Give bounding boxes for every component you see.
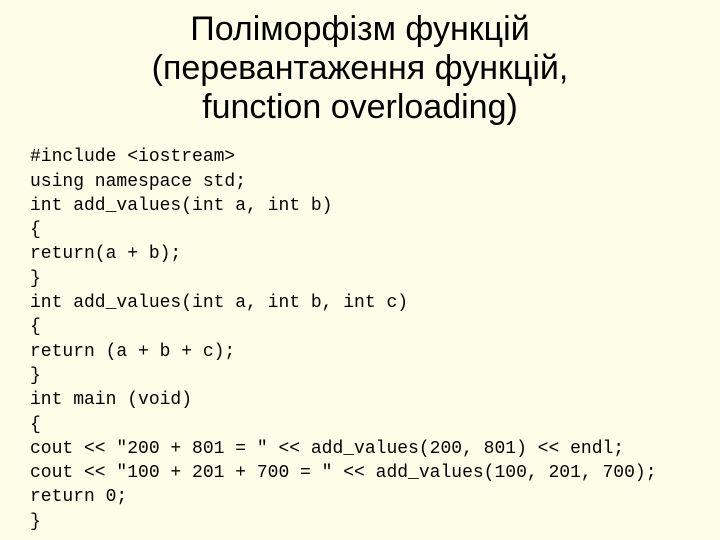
code-line: } bbox=[30, 366, 41, 386]
code-line: int add_values(int a, int b) bbox=[30, 196, 332, 216]
code-line: int main (void) bbox=[30, 390, 192, 410]
code-line: return(a + b); bbox=[30, 244, 181, 264]
code-line: #include <iostream> bbox=[30, 147, 235, 167]
title-line-2: (перевантаження функцій, bbox=[152, 49, 569, 87]
code-line: { bbox=[30, 415, 41, 435]
code-line: return (a + b + с); bbox=[30, 342, 235, 362]
code-line: cout << "100 + 201 + 700 = " << add_valu… bbox=[30, 463, 657, 483]
code-line: { bbox=[30, 220, 41, 240]
code-line: return 0; bbox=[30, 487, 127, 507]
code-line: { bbox=[30, 317, 41, 337]
code-block: #include <iostream> using namespace std;… bbox=[20, 145, 700, 534]
code-line: } bbox=[30, 512, 41, 532]
code-line: int add_values(int a, int b, int с) bbox=[30, 293, 408, 313]
title-line-1: Поліморфізм функцій bbox=[190, 10, 529, 48]
code-line: cout << "200 + 801 = " << add_values(200… bbox=[30, 439, 624, 459]
code-line: using namespace std; bbox=[30, 172, 246, 192]
slide: Поліморфізм функцій (перевантаження функ… bbox=[0, 0, 720, 540]
slide-title: Поліморфізм функцій (перевантаження функ… bbox=[20, 10, 700, 127]
code-line: } bbox=[30, 269, 41, 289]
title-line-3: function overloading) bbox=[202, 88, 518, 126]
